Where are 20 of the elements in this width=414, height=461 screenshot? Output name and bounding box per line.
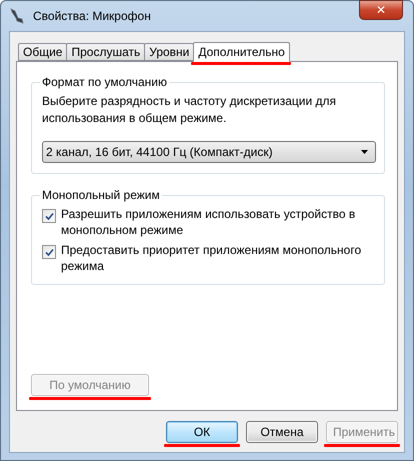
window-title: Свойства: Микрофон [33,9,151,23]
close-button[interactable]: ✕ [359,0,403,20]
dialog-button[interactable]: ОК [166,421,238,443]
dialog-button[interactable]: Отмена [246,421,318,443]
group-title: Монопольный режим [41,188,161,202]
microphone-icon [9,7,25,25]
checkmark-icon [44,248,54,256]
tab[interactable]: Прослушать [66,43,146,61]
checkbox-label[interactable]: Разрешить приложениям использовать устройство в монопольном режиме [61,206,376,238]
tab[interactable]: Дополнительно [193,42,290,62]
format-dropdown[interactable]: 2 канал, 16 бит, 44100 Гц (Компакт-диск) [42,141,376,163]
checkbox[interactable] [42,245,56,259]
checkmark-icon [44,212,54,220]
dropdown-arrow-icon [361,150,368,154]
checkbox[interactable] [42,209,56,223]
tab[interactable]: Уровни [144,43,194,61]
tab[interactable]: Общие [18,43,68,61]
checkbox-label[interactable]: Предоставить приоритет приложениям монопольного режима [61,242,376,274]
group-title: Формат по умолчанию [41,75,168,89]
description-text: Выберите разрядность и частоту дискретизации для использования в общем режиме. [42,93,338,127]
